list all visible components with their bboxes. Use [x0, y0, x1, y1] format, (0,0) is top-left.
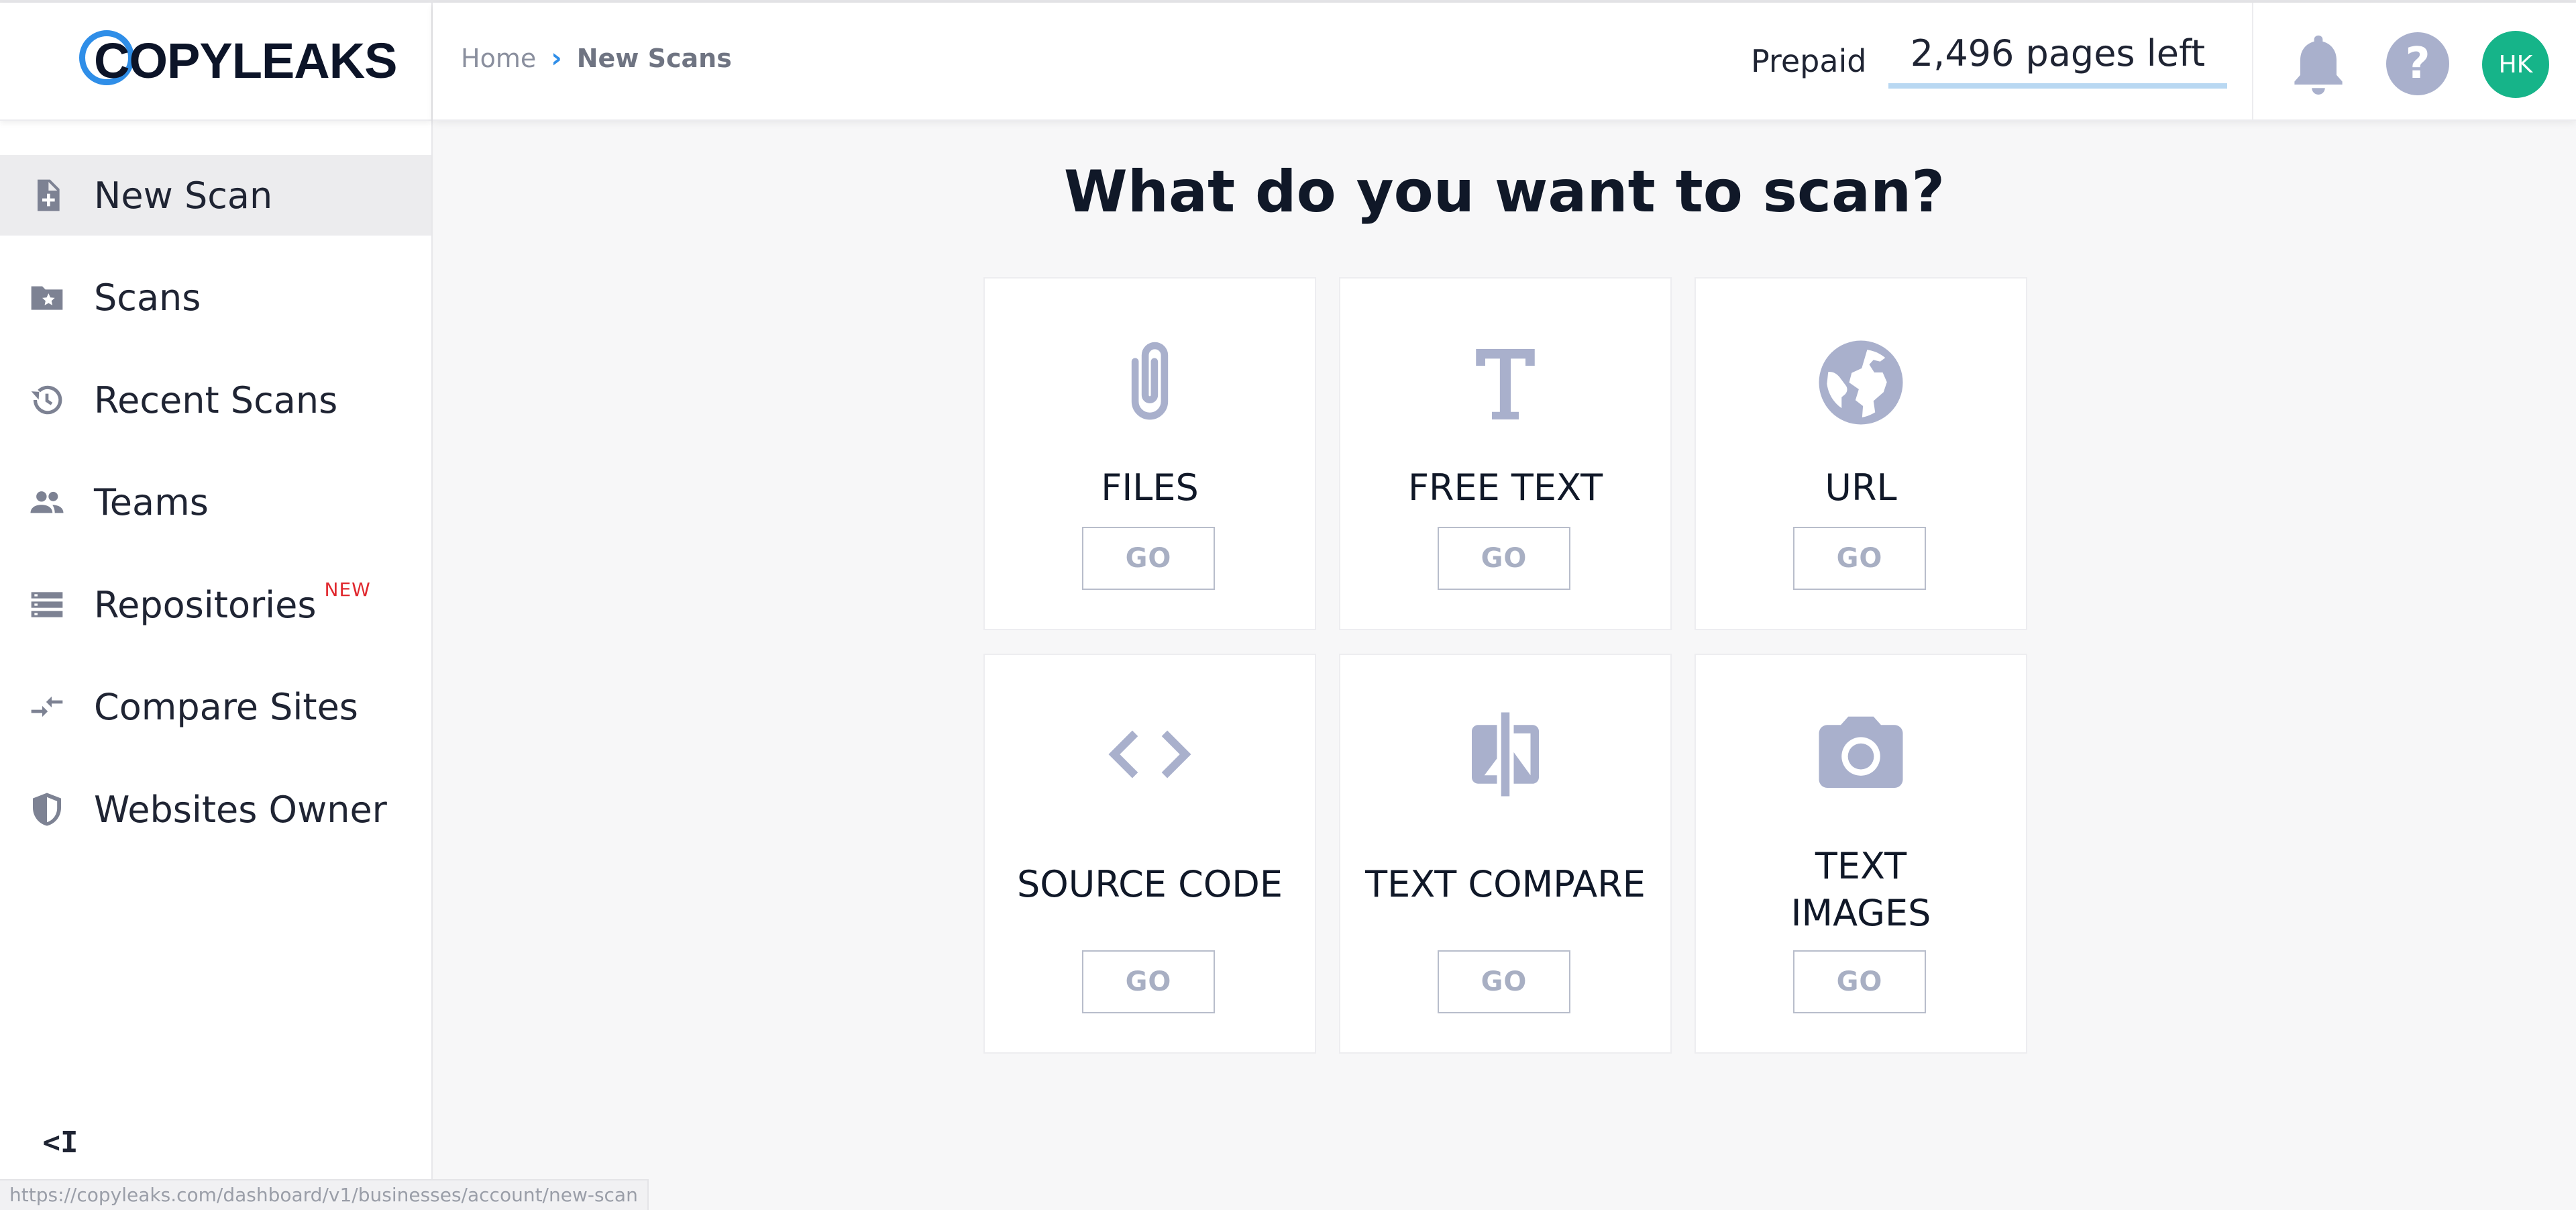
card-label: SOURCE CODE [1016, 863, 1283, 905]
bell-icon[interactable] [2288, 31, 2349, 98]
sidebar-item-label: Recent Scans [94, 379, 338, 421]
logo-text: COPYLEAKS [94, 33, 398, 89]
plan-label: Prepaid [1751, 43, 1867, 79]
go-button-free-text[interactable]: GO [1438, 527, 1570, 590]
sidebar-item-repositories[interactable]: Repositories NEW [0, 564, 431, 645]
pages-left-bar [1888, 83, 2227, 89]
go-button-url[interactable]: GO [1793, 527, 1926, 590]
card-label: TEXT COMPARE [1365, 863, 1646, 905]
page-title: What do you want to scan? [1063, 158, 1945, 225]
pages-left-bar-fill [1888, 83, 2227, 89]
people-icon [28, 483, 66, 521]
chevron-right-icon: › [551, 43, 562, 74]
compare-arrows-icon [28, 688, 66, 725]
collapse-sidebar-button[interactable]: <I [40, 1122, 80, 1162]
pages-left-widget[interactable]: 2,496 pages left [1888, 30, 2227, 89]
sidebar-item-compare-sites[interactable]: Compare Sites [0, 666, 431, 747]
history-icon [28, 381, 66, 419]
go-button-source-code[interactable]: GO [1082, 950, 1215, 1013]
card-label: FILES [1101, 466, 1199, 509]
card-label: URL [1825, 466, 1897, 509]
sidebar-item-label: Teams [94, 481, 209, 523]
go-button-text-compare[interactable]: GO [1438, 950, 1570, 1013]
card-label: FREE TEXT [1407, 466, 1603, 509]
sidebar-item-websites-owner[interactable]: Websites Owner [0, 769, 431, 850]
sidebar-item-scans[interactable]: Scans [0, 257, 431, 338]
sidebar-item-recent-scans[interactable]: Recent Scans [0, 360, 431, 440]
scan-option-card-free-text[interactable]: FREE TEXT GO [1339, 277, 1672, 630]
code-icon [985, 704, 1315, 805]
sidebar-item-label: Websites Owner [94, 788, 387, 831]
sidebar-item-label: Compare Sites [94, 685, 358, 728]
scan-option-card-source-code[interactable]: SOURCE CODE GO [983, 654, 1316, 1054]
avatar[interactable]: HK [2482, 31, 2549, 98]
status-bar-url: https://copyleaks.com/dashboard/v1/busin… [0, 1179, 649, 1210]
sidebar-item-label: Repositories NEW [94, 578, 371, 626]
go-button-text-images[interactable]: GO [1793, 950, 1926, 1013]
help-icon[interactable]: ? [2386, 32, 2449, 95]
pages-left-count: 2,496 pages left [1910, 32, 2206, 74]
sidebar-item-label: Scans [94, 276, 201, 319]
sidebar-item-teams[interactable]: Teams [0, 462, 431, 542]
compare-icon [1340, 704, 1670, 805]
shield-icon [28, 791, 66, 828]
sidebar-item-label: New Scan [94, 174, 273, 217]
header-divider [2252, 3, 2253, 119]
storage-icon [28, 586, 66, 623]
logo-area[interactable]: COPYLEAKS [0, 3, 431, 121]
breadcrumb-home-link[interactable]: Home [461, 44, 536, 73]
top-header: Home › New Scans Prepaid 2,496 pages lef… [433, 3, 2576, 121]
go-button-files[interactable]: GO [1082, 527, 1215, 590]
scan-option-card-text-images[interactable]: TEXT IMAGES GO [1695, 654, 2027, 1054]
new-file-icon [28, 177, 66, 214]
breadcrumb: Home › New Scans [461, 43, 732, 74]
starred-folder-icon [28, 279, 66, 316]
globe-icon [1696, 332, 2026, 433]
camera-icon [1696, 704, 2026, 805]
scan-option-card-url[interactable]: URL GO [1695, 277, 2027, 630]
breadcrumb-current: New Scans [576, 44, 732, 73]
sidebar: COPYLEAKS New Scan Scans Recent Scans Te… [0, 3, 433, 1210]
paperclip-icon [985, 332, 1315, 433]
scan-option-card-files[interactable]: FILES GO [983, 277, 1316, 630]
new-badge: NEW [324, 578, 371, 601]
sidebar-item-new-scan[interactable]: New Scan [0, 155, 431, 236]
scan-option-card-text-compare[interactable]: TEXT COMPARE GO [1339, 654, 1672, 1054]
card-label: TEXT IMAGES [1790, 845, 1931, 934]
text-icon [1340, 332, 1670, 433]
